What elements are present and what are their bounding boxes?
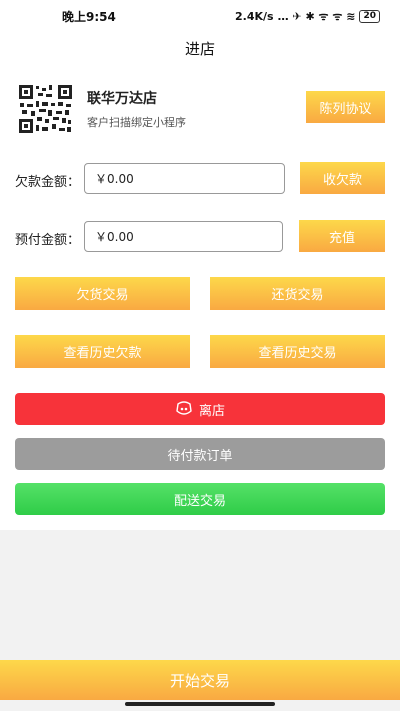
debt-amount-field[interactable]: ￥0.00 [84,163,285,194]
history-debt-button[interactable]: 查看历史欠款 [15,335,190,368]
home-indicator [125,702,275,706]
leave-store-label: 离店 [198,403,225,419]
prepaid-label: 预付金额： [15,233,81,248]
status-bar: 晚上9:54 2.4K/s … ✈ ✱ ᯤ ᯤ ≋ 20 [0,0,400,32]
display-agreement-button[interactable]: 陈列协议 [306,91,385,123]
qr-code-icon[interactable] [18,84,73,134]
prepaid-amount-field[interactable]: ￥0.00 [84,221,283,252]
start-trade-button[interactable]: 开始交易 [0,660,400,700]
store-card: 联华万达店 客户扫描绑定小程序 陈列协议 欠款金额： ￥0.00 收欠款 预付金… [0,64,400,530]
owe-goods-button[interactable]: 欠货交易 [15,277,190,310]
network-speed: 2.4K/s [235,9,274,23]
debt-label: 欠款金额： [15,175,81,190]
history-trade-button[interactable]: 查看历史交易 [210,335,385,368]
collect-debt-button[interactable]: 收欠款 [300,162,385,194]
nav-bar: 进店 [0,32,400,64]
leave-store-button[interactable]: 离店 [15,393,385,425]
recharge-button[interactable]: 充值 [299,220,385,252]
status-indicators: 2.4K/s … ✈ ✱ ᯤ ᯤ ≋ 20 [235,9,380,24]
store-subtitle: 客户扫描绑定小程序 [87,116,186,129]
signal-icons: … ✈ ✱ ᯤ ᯤ ≋ [277,9,356,23]
page-title: 进店 [184,39,215,58]
return-goods-button[interactable]: 还货交易 [210,277,385,310]
clock: 晚上9:54 [62,9,116,24]
battery-icon: 20 [359,9,380,23]
delivery-trade-button[interactable]: 配送交易 [15,483,385,515]
pending-orders-button[interactable]: 待付款订单 [15,438,385,470]
store-name: 联华万达店 [87,91,157,107]
exit-store-icon [176,401,192,415]
